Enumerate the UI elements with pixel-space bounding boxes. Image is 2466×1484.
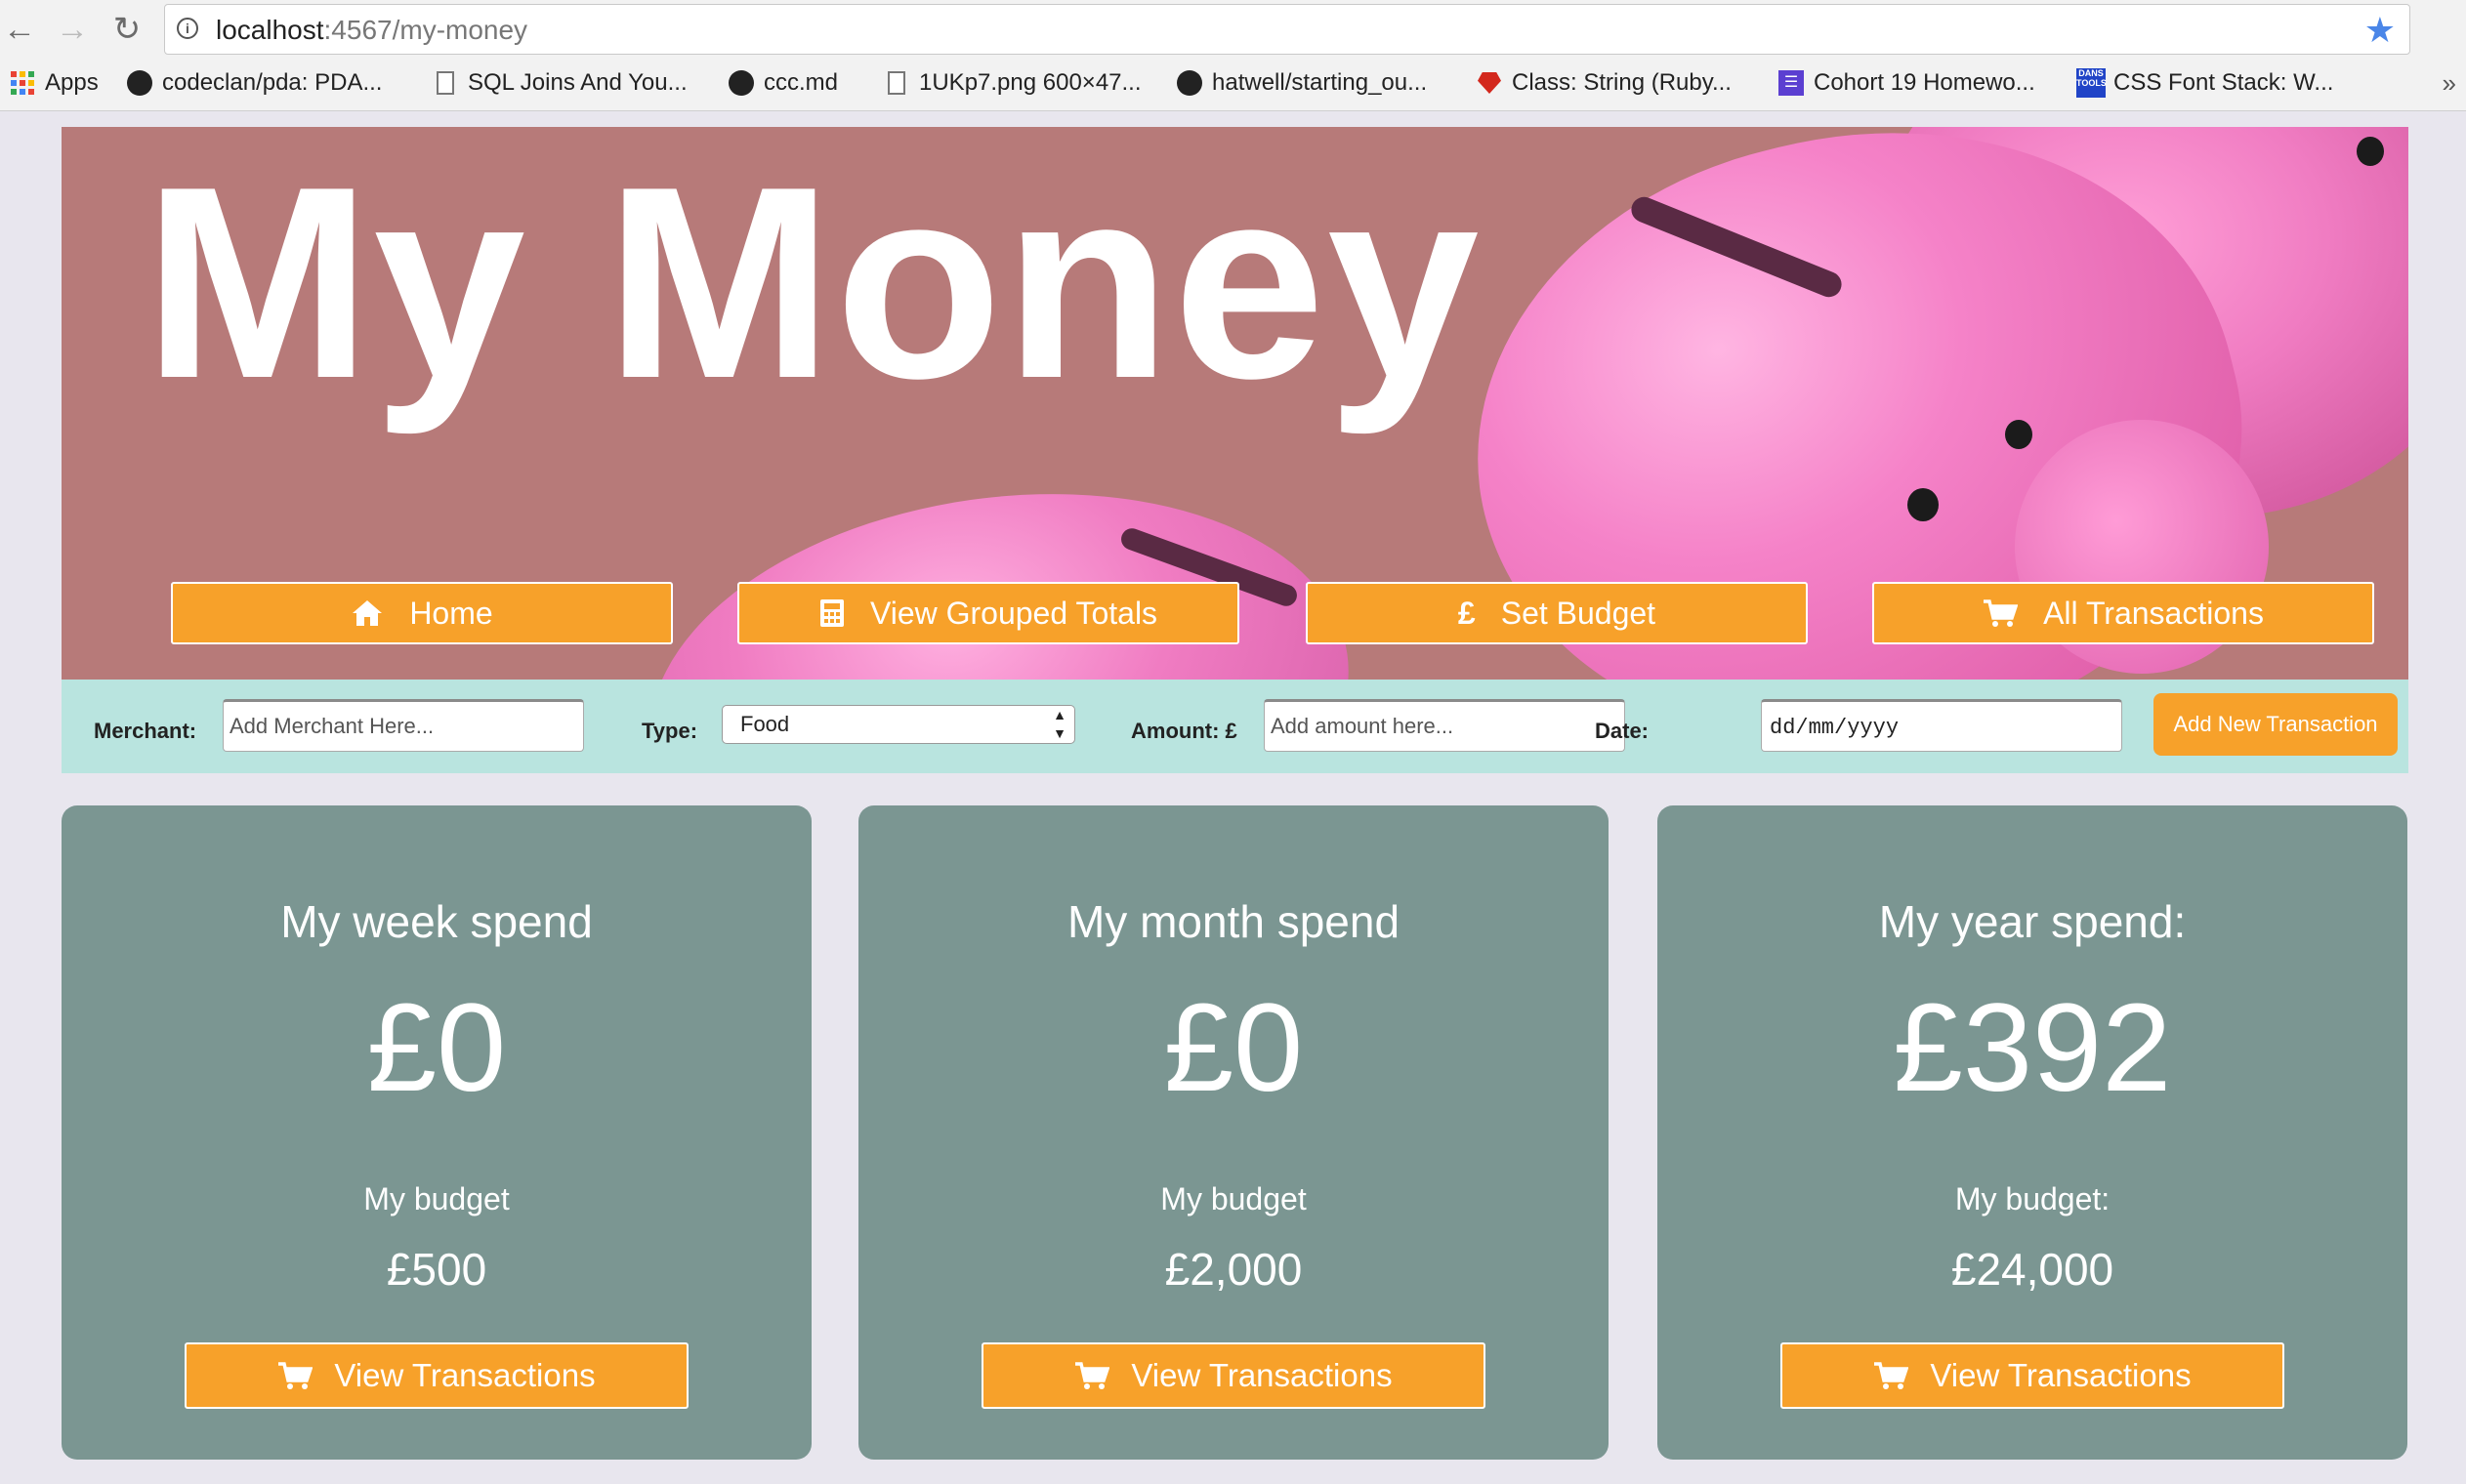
spend-amount: £0 bbox=[1163, 978, 1304, 1118]
cart-icon bbox=[1983, 598, 2019, 628]
merchant-input[interactable] bbox=[223, 699, 584, 752]
bookmark-label: 1UKp7.png 600×47... bbox=[919, 69, 1142, 96]
github-icon bbox=[729, 70, 754, 96]
date-placeholder: dd/mm/yyyy bbox=[1770, 716, 1900, 740]
bookmark-css-font-stack[interactable]: DANS TOOLS CSS Font Stack: W... bbox=[2076, 66, 2334, 100]
pound-icon: £ bbox=[1457, 595, 1476, 631]
spend-amount: £0 bbox=[366, 978, 507, 1118]
forward-arrow-icon[interactable]: → bbox=[53, 10, 92, 49]
home-icon bbox=[351, 598, 384, 628]
pig-eye-image bbox=[2005, 420, 2032, 449]
calculator-icon bbox=[819, 598, 845, 628]
all-transactions-label: All Transactions bbox=[2043, 595, 2264, 631]
budget-label: My budget: bbox=[1954, 1181, 2111, 1216]
file-icon bbox=[433, 70, 458, 96]
view-week-transactions-button[interactable]: View Transactions bbox=[185, 1342, 689, 1409]
browser-chrome: ← → ↻ i localhost:4567/my-money ★ Apps c… bbox=[0, 0, 2466, 111]
bookmarks-bar: Apps codeclan/pda: PDA... SQL Joins And … bbox=[0, 59, 2466, 107]
cart-icon bbox=[1074, 1361, 1110, 1390]
url-text: localhost:4567/my-money bbox=[216, 15, 528, 45]
date-label: Date: bbox=[1595, 719, 1650, 743]
budget-amount: £500 bbox=[386, 1244, 487, 1295]
bookmark-label: codeclan/pda: PDA... bbox=[162, 69, 383, 96]
view-grouped-totals-button[interactable]: View Grouped Totals bbox=[737, 582, 1239, 644]
year-spend-card: My year spend: £392 My budget: £24,000 V… bbox=[1657, 805, 2407, 1460]
type-select-value: Food bbox=[740, 712, 790, 736]
bookmark-label: Class: String (Ruby... bbox=[1512, 69, 1732, 96]
piggy-bank-image bbox=[622, 450, 1376, 680]
budget-label: My budget bbox=[1160, 1181, 1307, 1216]
date-input[interactable]: dd/mm/yyyy bbox=[1761, 699, 2122, 752]
bookmark-label: ccc.md bbox=[764, 69, 839, 96]
month-spend-card: My month spend £0 My budget £2,000 View … bbox=[858, 805, 1609, 1460]
view-transactions-label: View Transactions bbox=[334, 1357, 596, 1393]
bookmark-ccc-md[interactable]: ccc.md bbox=[729, 66, 838, 100]
home-button-label: Home bbox=[409, 595, 493, 631]
type-select[interactable]: Food ▲ ▼ bbox=[722, 705, 1075, 744]
ruby-icon bbox=[1477, 70, 1502, 96]
add-new-transaction-button[interactable]: Add New Transaction bbox=[2153, 693, 2398, 756]
amount-input[interactable] bbox=[1264, 699, 1625, 752]
bookmark-label: Apps bbox=[45, 69, 99, 96]
pig-eye-image bbox=[2357, 137, 2384, 166]
view-grouped-totals-label: View Grouped Totals bbox=[869, 595, 1158, 631]
bookmark-codeclan-pda[interactable]: codeclan/pda: PDA... bbox=[127, 66, 382, 100]
budget-amount: £24,000 bbox=[1950, 1244, 2114, 1295]
card-title: My month spend bbox=[1066, 896, 1400, 947]
apps-icon bbox=[10, 70, 35, 96]
budget-label: My budget bbox=[363, 1181, 510, 1216]
bookmark-label: Cohort 19 Homewo... bbox=[1814, 69, 2035, 96]
home-button[interactable]: Home bbox=[171, 582, 673, 644]
page-title: My Money bbox=[144, 131, 1482, 435]
view-transactions-label: View Transactions bbox=[1930, 1357, 2192, 1393]
bookmark-cohort-19[interactable]: ☰ Cohort 19 Homewo... bbox=[1778, 66, 2035, 100]
merchant-label: Merchant: bbox=[94, 719, 197, 743]
view-month-transactions-button[interactable]: View Transactions bbox=[982, 1342, 1485, 1409]
file-icon bbox=[884, 70, 909, 96]
view-year-transactions-button[interactable]: View Transactions bbox=[1780, 1342, 2284, 1409]
cart-icon bbox=[277, 1361, 313, 1390]
back-arrow-icon[interactable]: ← bbox=[0, 10, 39, 49]
github-icon bbox=[127, 70, 152, 96]
bookmark-hatwell[interactable]: hatwell/starting_ou... bbox=[1177, 66, 1427, 100]
spend-amount: £392 bbox=[1893, 978, 2172, 1118]
reload-icon[interactable]: ↻ bbox=[107, 10, 146, 49]
github-icon bbox=[1177, 70, 1202, 96]
budget-amount: £2,000 bbox=[1164, 1244, 1303, 1295]
cart-icon bbox=[1873, 1361, 1909, 1390]
bookmark-label: SQL Joins And You... bbox=[468, 69, 688, 96]
bookmarks-overflow-icon[interactable]: » bbox=[2443, 68, 2456, 99]
dans-tools-icon: DANS TOOLS bbox=[2076, 68, 2107, 98]
address-bar[interactable]: i localhost:4567/my-money ★ bbox=[164, 4, 2410, 55]
add-transaction-form: Merchant: Type: Food ▲▼ Amount: £ Date: … bbox=[62, 680, 2408, 773]
cohort-icon: ☰ bbox=[1778, 70, 1804, 96]
select-arrows-icon: ▲ ▼ bbox=[1053, 707, 1066, 741]
bookmark-star-icon[interactable]: ★ bbox=[2364, 11, 2396, 50]
card-title: My week spend bbox=[280, 896, 593, 947]
hero-banner: My Money Home View Grouped Totals £ Set … bbox=[62, 127, 2408, 680]
set-budget-button[interactable]: £ Set Budget bbox=[1306, 582, 1808, 644]
all-transactions-button[interactable]: All Transactions bbox=[1872, 582, 2374, 644]
bookmark-apps[interactable]: Apps bbox=[10, 66, 99, 100]
view-transactions-label: View Transactions bbox=[1131, 1357, 1393, 1393]
pig-eye-image bbox=[1907, 488, 1939, 521]
info-icon[interactable]: i bbox=[177, 18, 198, 39]
week-spend-card: My week spend £0 My budget £500 View Tra… bbox=[62, 805, 812, 1460]
bookmark-label: hatwell/starting_ou... bbox=[1212, 69, 1428, 96]
set-budget-label: Set Budget bbox=[1500, 595, 1656, 631]
amount-label: Amount: £ bbox=[1131, 719, 1237, 743]
type-label: Type: bbox=[642, 719, 698, 743]
card-title: My year spend: bbox=[1878, 896, 2187, 947]
bookmark-sql-joins[interactable]: SQL Joins And You... bbox=[433, 66, 688, 100]
bookmark-label: CSS Font Stack: W... bbox=[2113, 69, 2334, 96]
bookmark-1ukp7[interactable]: 1UKp7.png 600×47... bbox=[884, 66, 1142, 100]
bookmark-ruby-string[interactable]: Class: String (Ruby... bbox=[1477, 66, 1732, 100]
